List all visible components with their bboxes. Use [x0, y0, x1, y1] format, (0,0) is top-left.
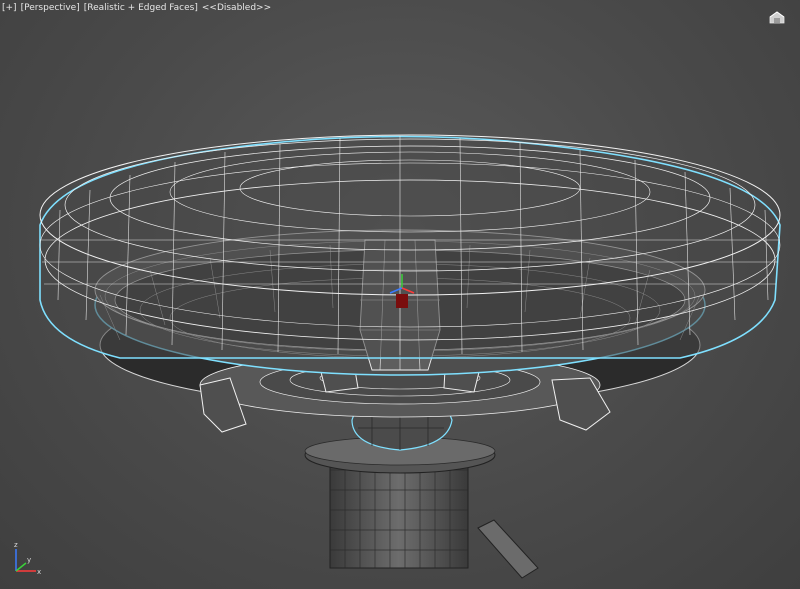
top-saucer-wireframe[interactable]	[39, 134, 781, 359]
axis-x-label: x	[37, 568, 41, 576]
axis-z-label: z	[14, 541, 18, 549]
axis-tripod-icon: z x y	[14, 541, 41, 576]
axis-y-label: y	[27, 556, 31, 564]
base-column[interactable]	[304, 436, 539, 579]
perspective-viewport[interactable]	[0, 0, 800, 589]
